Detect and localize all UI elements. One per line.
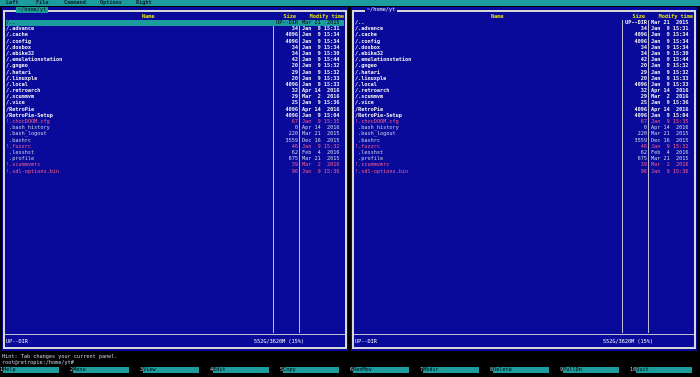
right-footer-disk: 552G/3620M (15%) — [603, 339, 653, 345]
left-file-list: /.. UP--DIR Mar 21 2015/.advance 34 Jan 9 15… — [6, 20, 344, 175]
fkey-label: Mkdir — [423, 367, 480, 373]
left-panel[interactable]: ~/home/yt Name Size Modify time /.. UP--D… — [2, 7, 348, 351]
left-footer-disk: 552G/3620M (15%) — [254, 339, 304, 345]
file-size: 96 — [640, 168, 647, 175]
fkey-renmov[interactable]: 6RenMov — [350, 367, 410, 374]
fkey-label: Menu — [73, 367, 130, 373]
command-prompt[interactable]: root@retropie:/home/yt# — [2, 360, 74, 366]
file-row[interactable]: !.sdl-options.bin 96 Jan 9 15:36 — [6, 169, 344, 175]
menu-options[interactable]: Options — [100, 0, 122, 6]
fkey-help[interactable]: 1Help — [0, 367, 60, 374]
menu-command[interactable]: Command — [64, 0, 86, 6]
file-size: 96 — [291, 168, 298, 175]
left-footer-info: UP--DIR — [6, 339, 28, 345]
panel-divider — [5, 334, 345, 335]
right-panel[interactable]: ~/home/yt Name Size Modify time /.. UP--D… — [351, 7, 697, 351]
fkey-edit[interactable]: 4Edit — [210, 367, 270, 374]
right-panel-path: ~/home/yt — [365, 7, 398, 13]
fkey-pulldn[interactable]: 9PullDn — [560, 367, 620, 374]
fkey-label: PullDn — [563, 367, 620, 373]
file-mtime: Jan 9 15:36 — [651, 168, 689, 175]
menu-right[interactable]: Right — [136, 0, 152, 6]
left-panel-footer: UP--DIR 552G/3620M (15%) — [6, 339, 344, 345]
file-row[interactable]: !.sdl-options.bin 96 Jan 9 15:36 — [355, 169, 693, 175]
file-name: !.sdl-options.bin — [355, 168, 409, 175]
left-panel-path: ~/home/yt — [16, 7, 49, 13]
menu-left[interactable]: Left — [6, 0, 19, 6]
fkey-quit[interactable]: 10Quit — [630, 367, 693, 374]
right-footer-info: UP--DIR — [355, 339, 377, 345]
fkey-label: Delete — [493, 367, 550, 373]
fkey-view[interactable]: 3View — [140, 367, 200, 374]
fkey-copy[interactable]: 5Copy — [280, 367, 340, 374]
fkey-label: Quit — [636, 367, 693, 373]
function-key-bar: 1Help 2Menu 3View 4Edit 5Copy 6RenMov 7Mkdir 8D… — [0, 367, 700, 374]
fkey-delete[interactable]: 8Delete — [490, 367, 550, 374]
panel-divider — [354, 334, 694, 335]
fkey-label: Help — [3, 367, 60, 373]
right-file-list: /.. UP--DIR Mar 21 2015/.advance 34 Jan 9 15… — [355, 20, 693, 175]
right-panel-footer: UP--DIR 552G/3620M (15%) — [355, 339, 693, 345]
fkey-menu[interactable]: 2Menu — [70, 367, 130, 374]
menu-file[interactable]: File — [36, 0, 49, 6]
fkey-label: Copy — [283, 367, 340, 373]
file-mtime: Jan 9 15:36 — [302, 168, 340, 175]
fkey-mkdir[interactable]: 7Mkdir — [420, 367, 480, 374]
fkey-label: Edit — [213, 367, 270, 373]
fkey-label: View — [143, 367, 200, 373]
file-name: !.sdl-options.bin — [6, 168, 60, 175]
menu-bar: Left File Command Options Right — [0, 0, 700, 6]
fkey-label: RenMov — [353, 367, 410, 373]
